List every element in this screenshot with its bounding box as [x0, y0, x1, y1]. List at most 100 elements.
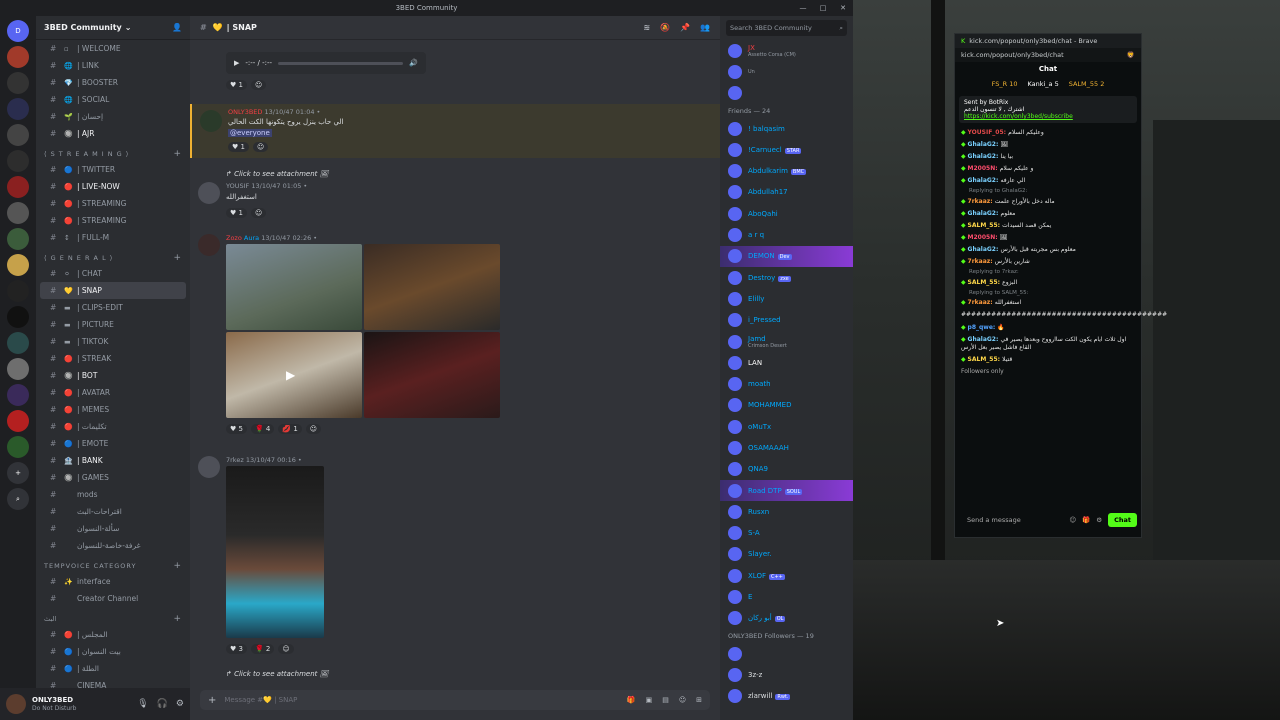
- channel-item[interactable]: # ▬ | TIKTOK: [40, 333, 186, 350]
- member-item[interactable]: MOHAMMED: [720, 395, 853, 416]
- plus-icon[interactable]: +: [173, 149, 182, 159]
- microphone-icon[interactable]: 🎙: [137, 699, 148, 709]
- channel-item[interactable]: # mods: [40, 486, 186, 503]
- chat-username[interactable]: SALM_55:: [968, 279, 1003, 286]
- reply-preview[interactable]: ↱ Click to see attachment 🖼: [226, 170, 329, 178]
- chat-username[interactable]: p8_qwe:: [968, 324, 998, 331]
- address-bar[interactable]: kick.com/popout/only3bed/chat 🦁: [955, 48, 1141, 62]
- channel-item[interactable]: # 🔴 | MEMES: [40, 401, 186, 418]
- gear-icon[interactable]: ⚙: [176, 699, 184, 709]
- gift-icon[interactable]: 🎁: [627, 696, 636, 704]
- channel-item[interactable]: # 🔴 | المجلس: [40, 626, 186, 643]
- volume-icon[interactable]: 🔊: [409, 59, 418, 67]
- member-item[interactable]: Un: [720, 61, 853, 82]
- member-item[interactable]: zlarwill Rwt.: [720, 686, 853, 707]
- chat-username[interactable]: 7rkaaz:: [968, 198, 995, 205]
- member-item[interactable]: ! balqasim: [720, 118, 853, 139]
- channel-item[interactable]: # اقتراحات-البث: [40, 503, 186, 520]
- server-icon[interactable]: [7, 72, 29, 94]
- add-member-icon[interactable]: 👤: [172, 23, 182, 32]
- close-button[interactable]: ✕: [833, 4, 853, 12]
- message-author[interactable]: ONLY3BED 13/10/47 01:04 •: [228, 108, 320, 116]
- channel-item[interactable]: # 🔘 | AJR: [40, 125, 186, 142]
- member-item[interactable]: AboQahi: [720, 203, 853, 224]
- server-icon[interactable]: +: [7, 462, 29, 484]
- member-item[interactable]: E: [720, 586, 853, 607]
- channel-item[interactable]: # سألة-النسوان: [40, 520, 186, 537]
- plus-icon[interactable]: +: [173, 253, 182, 263]
- server-icon[interactable]: [7, 202, 29, 224]
- reaction[interactable]: 💋 1: [278, 424, 302, 434]
- server-icon[interactable]: [7, 384, 29, 406]
- server-icon[interactable]: [7, 98, 29, 120]
- chat-username[interactable]: GhalaG2:: [968, 210, 1001, 217]
- channel-item[interactable]: # 🔵 | EMOTE: [40, 435, 186, 452]
- avatar[interactable]: [198, 182, 220, 204]
- category-tempvoice[interactable]: TEMPVOICE CATEGORY +: [36, 558, 190, 573]
- server-icon[interactable]: D: [7, 20, 29, 42]
- reaction[interactable]: ♥ 1: [226, 208, 247, 218]
- chat-username[interactable]: YOUSIF_05:: [968, 129, 1009, 136]
- server-icon[interactable]: [7, 358, 29, 380]
- play-icon[interactable]: ▶: [286, 368, 295, 382]
- plus-icon[interactable]: +: [208, 695, 216, 706]
- sticker-icon[interactable]: ▤: [662, 696, 669, 704]
- message-author[interactable]: YOUSIF 13/10/47 01:05 •: [226, 182, 307, 190]
- leaderboard-entry[interactable]: Kanki_a 5: [1027, 80, 1058, 88]
- attachment-image[interactable]: [364, 244, 500, 330]
- chat-username[interactable]: M2005N:: [968, 165, 1000, 172]
- avatar[interactable]: [198, 456, 220, 478]
- attachment-video[interactable]: ▶: [226, 332, 362, 418]
- reaction[interactable]: ♥ 5: [226, 424, 247, 434]
- server-icon[interactable]: [7, 150, 29, 172]
- threads-icon[interactable]: ≋: [643, 23, 650, 32]
- message-input[interactable]: + Message #💛 | SNAP 🎁 ▣ ▤ ☺ ⊞: [200, 690, 710, 710]
- message-author[interactable]: Zozo Aura 13/10/47 02:26 •: [226, 234, 317, 242]
- channel-item[interactable]: # ▬ | PICTURE: [40, 316, 186, 333]
- add-reaction-icon[interactable]: ☺: [305, 424, 322, 434]
- chat-username[interactable]: SALM_55:: [968, 222, 1003, 229]
- chat-username[interactable]: M2005N:: [968, 234, 1000, 241]
- member-item[interactable]: 3z-z: [720, 664, 853, 685]
- attachment-image[interactable]: [364, 332, 500, 418]
- member-item[interactable]: oMuTx: [720, 416, 853, 437]
- member-item[interactable]: a r q: [720, 224, 853, 245]
- reaction[interactable]: ♥ 1: [226, 80, 247, 90]
- channel-item[interactable]: # ▫ | WELCOME: [40, 40, 186, 57]
- subscribe-link[interactable]: https://kick.com/only3bed/subscribe: [964, 113, 1073, 120]
- add-reaction-icon[interactable]: ☺: [252, 142, 269, 152]
- member-item[interactable]: Destroy zxe: [720, 267, 853, 288]
- channel-item[interactable]: # 🔴 | STREAK: [40, 350, 186, 367]
- gift-icon[interactable]: 🎁: [1082, 516, 1090, 524]
- send-message-input[interactable]: Send a message: [959, 516, 1063, 524]
- member-item[interactable]: OSAMAAAH: [720, 437, 853, 458]
- member-item[interactable]: Road DTP SOUL: [720, 479, 853, 502]
- server-icon[interactable]: [7, 46, 29, 68]
- member-item[interactable]: Rusxn: [720, 501, 853, 522]
- channel-item[interactable]: # 🔘 | GAMES: [40, 469, 186, 486]
- channel-item[interactable]: # 🌐 | SOCIAL: [40, 91, 186, 108]
- member-item[interactable]: أبو ركان OL: [720, 608, 853, 629]
- chat-username[interactable]: 7rkaaz:: [968, 258, 995, 265]
- server-icon[interactable]: [7, 228, 29, 250]
- audio-player[interactable]: ▶ -:-- / -:-- 🔊: [226, 52, 426, 74]
- server-icon[interactable]: [7, 410, 29, 432]
- emoji-icon[interactable]: ☺: [1069, 516, 1076, 524]
- audio-progress[interactable]: [278, 61, 404, 65]
- emoji-icon[interactable]: ☺: [679, 696, 686, 704]
- channel-item[interactable]: # CINEMA: [40, 677, 186, 688]
- reaction[interactable]: ♥ 1: [228, 142, 249, 152]
- server-icon[interactable]: [7, 332, 29, 354]
- member-item[interactable]: i_Pressed: [720, 310, 853, 331]
- reply-preview[interactable]: ↱ Click to see attachment 🖼: [226, 670, 329, 678]
- member-item[interactable]: !Carnuecl STAR: [720, 139, 853, 160]
- channel-item[interactable]: # ↕ | FULL-M: [40, 229, 186, 246]
- server-icon[interactable]: [7, 280, 29, 302]
- chat-username[interactable]: SALM_55:: [968, 356, 1003, 363]
- reaction[interactable]: 🌹 4: [250, 424, 275, 434]
- member-item[interactable]: Jamd Crimson Desert: [720, 331, 853, 352]
- avatar[interactable]: [200, 110, 222, 132]
- member-item[interactable]: JX Assetto Corsa (CM): [720, 40, 853, 61]
- channel-item[interactable]: # 🔴 | STREAMING: [40, 195, 186, 212]
- channel-item[interactable]: # 🏦 | BANK: [40, 452, 186, 469]
